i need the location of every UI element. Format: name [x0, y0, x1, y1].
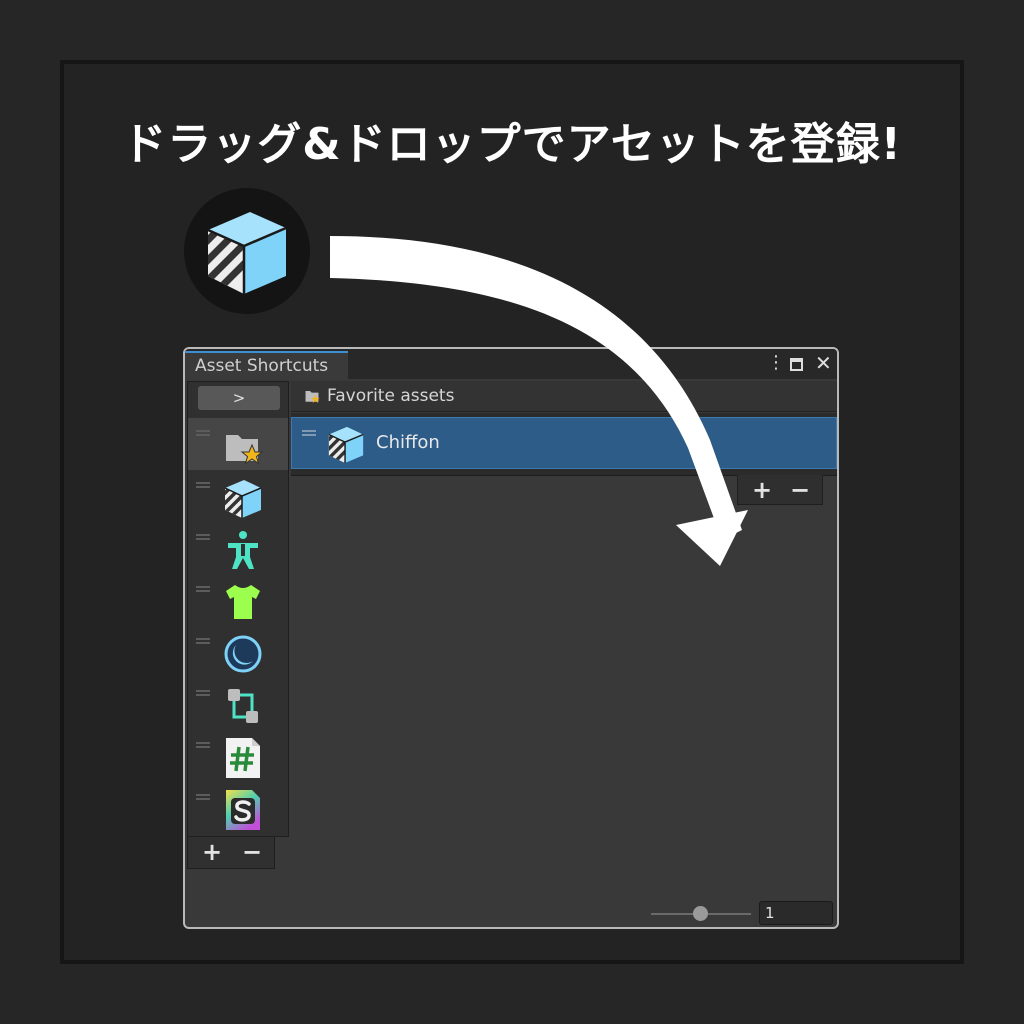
drag-handle-icon[interactable]	[196, 586, 210, 592]
moon-circle-icon	[224, 635, 262, 673]
humanoid-avatar-icon	[228, 531, 258, 569]
shader-s-icon	[226, 790, 260, 830]
zoom-value-field[interactable]: 1	[759, 901, 833, 925]
window-menu-icon[interactable]: ⋮	[767, 353, 785, 373]
maximize-icon[interactable]	[790, 358, 803, 371]
sidebar-item-avatars[interactable]	[188, 522, 288, 574]
list-item[interactable]: Chiffon	[291, 417, 837, 469]
folder-star-icon	[305, 391, 320, 403]
expand-sidebar-button[interactable]: >	[198, 386, 280, 410]
drag-handle-icon[interactable]	[196, 430, 210, 436]
sidebar-item-shaders[interactable]	[188, 782, 288, 834]
node-graph-icon	[228, 689, 258, 723]
headline: ドラッグ&ドロップでアセットを登録!	[122, 119, 902, 170]
remove-category-button[interactable]: −	[242, 837, 262, 867]
category-sidebar: >	[187, 381, 289, 837]
csharp-script-icon	[226, 738, 260, 778]
prefab-cube-icon	[224, 480, 262, 518]
folder-star-icon	[226, 435, 264, 465]
sidebar-item-favorites[interactable]	[188, 418, 288, 470]
drag-handle-icon[interactable]	[196, 482, 210, 488]
prefab-cube-icon	[328, 426, 364, 464]
asset-list-footer: + −	[737, 475, 823, 505]
asset-list: Chiffon	[291, 413, 837, 476]
drag-handle-icon[interactable]	[196, 638, 210, 644]
favorite-assets-label: Favorite assets	[327, 386, 455, 406]
dragged-asset-badge	[184, 188, 310, 314]
prefab-cube-icon	[207, 212, 287, 294]
close-icon[interactable]: ✕	[815, 353, 832, 373]
drag-handle-icon[interactable]	[196, 690, 210, 696]
zoom-slider-thumb[interactable]	[693, 906, 708, 921]
remove-asset-button[interactable]: −	[790, 475, 810, 505]
add-category-button[interactable]: +	[202, 837, 222, 867]
tshirt-icon	[226, 585, 260, 619]
add-asset-button[interactable]: +	[752, 475, 772, 505]
tab-asset-shortcuts[interactable]: Asset Shortcuts	[185, 351, 348, 379]
sidebar-footer: + −	[187, 837, 275, 869]
drag-handle-icon[interactable]	[196, 534, 210, 540]
asset-name: Chiffon	[376, 432, 440, 453]
category-list	[188, 418, 288, 834]
sidebar-item-clothing[interactable]	[188, 574, 288, 626]
favorite-assets-header: Favorite assets	[291, 381, 837, 412]
sidebar-item-prefabs[interactable]	[188, 470, 288, 522]
sidebar-item-materials[interactable]	[188, 626, 288, 678]
drag-handle-icon[interactable]	[196, 742, 210, 748]
sidebar-item-animators[interactable]	[188, 678, 288, 730]
window-titlebar: Asset Shortcuts ⋮ ✕	[185, 349, 837, 379]
drag-handle-icon[interactable]	[196, 794, 210, 800]
asset-shortcuts-window: Asset Shortcuts ⋮ ✕ > + − Favorite asset…	[183, 347, 839, 929]
sidebar-item-scripts[interactable]	[188, 730, 288, 782]
drag-handle-icon[interactable]	[302, 430, 316, 436]
